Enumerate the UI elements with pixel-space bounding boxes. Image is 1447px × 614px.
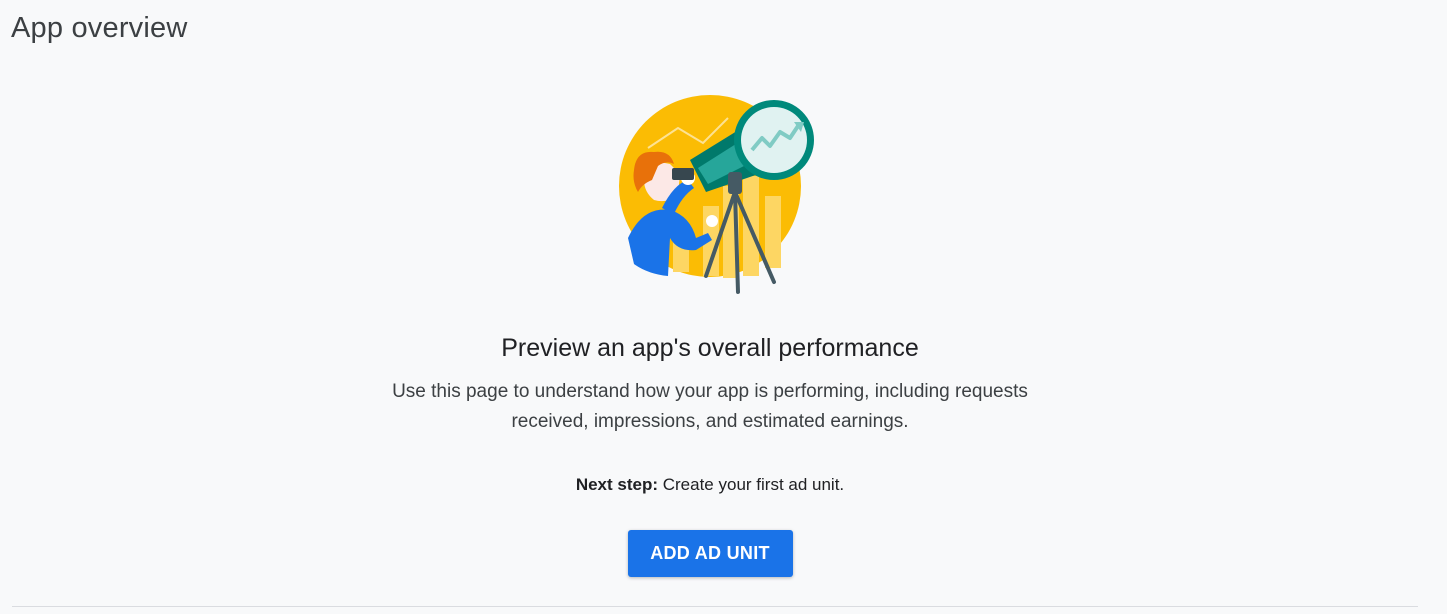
empty-state-description: Use this page to understand how your app… (392, 381, 1028, 432)
page-title: App overview (11, 12, 188, 44)
telescope-illustration (619, 95, 814, 294)
empty-state-headline: Preview an app's overall performance (501, 334, 919, 362)
next-step-label: Next step: (575, 475, 659, 494)
next-step-detail: Create your first ad unit. (658, 475, 845, 494)
add-ad-unit-button[interactable]: ADD AD UNIT (627, 530, 793, 577)
divider (12, 606, 1418, 607)
next-step-text: Next step: Create your first ad unit. (0, 474, 1420, 496)
empty-state: Preview an app's overall performance Use… (0, 330, 1420, 577)
